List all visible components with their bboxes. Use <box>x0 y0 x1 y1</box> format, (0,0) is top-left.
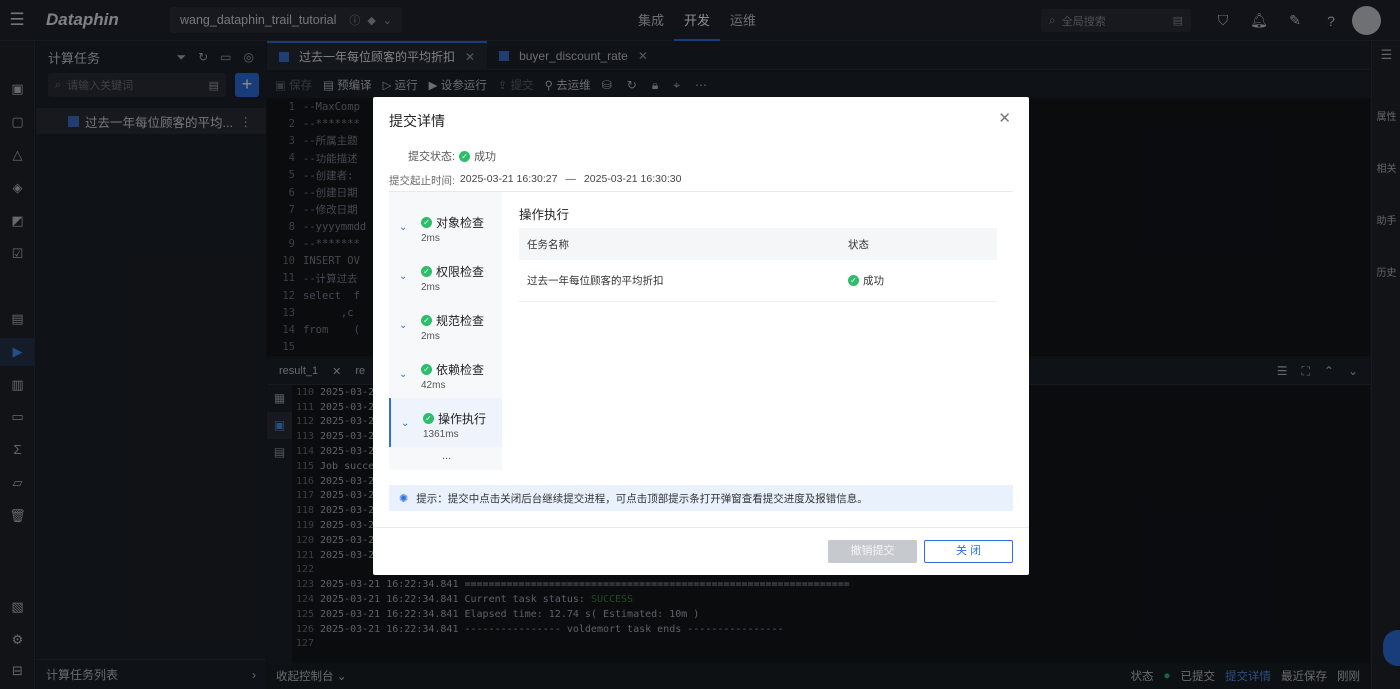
step-duration: 42ms <box>421 380 446 391</box>
status-label: 提交状态: <box>408 151 456 163</box>
time-separator: — <box>565 173 576 185</box>
step-name: 权限检查 <box>436 265 485 279</box>
status-value: 成功 <box>474 151 497 163</box>
check-circle-icon: ✓ <box>423 413 434 424</box>
table-row: 过去一年每位顾客的平均折扣 ✓ 成功 <box>519 260 997 302</box>
chevron-down-icon: ⌄ <box>399 320 408 331</box>
step-name: 依赖检查 <box>436 363 485 377</box>
check-circle-icon: ✓ <box>459 150 471 162</box>
table-header: 任务名称 状态 <box>519 228 997 260</box>
step-object-check[interactable]: ⌄ ✓ 对象检查 2ms <box>389 202 502 251</box>
tip-banner: ✺ 提示：提交中点击关闭后台继续提交进程，可点击顶部提示条打开弹窗查看提交进度及… <box>389 485 1013 511</box>
cell-status: 成功 <box>863 275 884 287</box>
chevron-down-icon: ⌄ <box>399 369 408 380</box>
close-icon[interactable]: ✕ <box>998 109 1011 127</box>
dialog-title: 提交详情 <box>389 113 445 129</box>
time-end: 2025-03-21 16:30:30 <box>583 173 682 185</box>
step-duration: 2ms <box>421 233 440 244</box>
step-name: 操作执行 <box>438 412 487 426</box>
cell-task-name: 过去一年每位顾客的平均折扣 <box>527 275 664 287</box>
submit-status: 提交状态: ✓ 成功 <box>408 148 496 164</box>
submit-time: 提交起止时间: 2025-03-21 16:30:27 — 2025-03-21… <box>389 173 681 188</box>
chevron-down-icon: ⌄ <box>401 418 410 429</box>
submit-detail-dialog: 提交详情 ✕ 提交状态: ✓ 成功 提交起止时间: 2025-03-21 16:… <box>373 97 1029 575</box>
time-start: 2025-03-21 16:30:27 <box>459 173 558 185</box>
tip-text: 提示：提交中点击关闭后台继续提交进程，可点击顶部提示条打开弹窗查看提交进度及报错… <box>416 492 868 505</box>
time-label: 提交起止时间: <box>389 175 455 187</box>
lightbulb-icon: ✺ <box>399 492 409 505</box>
operation-title: 操作执行 <box>519 208 570 222</box>
check-circle-icon: ✓ <box>421 315 432 326</box>
step-execute[interactable]: ⌄ ✓ 操作执行 1361ms <box>389 398 502 447</box>
check-circle-icon: ✓ <box>421 266 432 277</box>
step-dependency-check[interactable]: ⌄ ✓ 依赖检查 42ms <box>389 349 502 398</box>
step-name: 规范检查 <box>436 314 485 328</box>
check-circle-icon: ✓ <box>421 364 432 375</box>
operation-table: 任务名称 状态 过去一年每位顾客的平均折扣 ✓ 成功 <box>519 228 997 302</box>
step-permission-check[interactable]: ⌄ ✓ 权限检查 2ms <box>389 251 502 300</box>
chevron-down-icon: ⌄ <box>399 271 408 282</box>
column-header-task-name: 任务名称 <box>527 238 569 251</box>
step-name: 对象检查 <box>436 216 485 230</box>
column-header-status: 状态 <box>848 238 869 251</box>
close-button[interactable]: 关 闭 <box>924 540 1013 563</box>
divider <box>373 527 1029 528</box>
step-duration: 2ms <box>421 282 440 293</box>
check-circle-icon: ✓ <box>848 275 859 286</box>
step-duration: 2ms <box>421 331 440 342</box>
step-duration: 1361ms <box>423 429 459 440</box>
steps-more: ... <box>442 450 452 462</box>
revoke-submit-button[interactable]: 撤销提交 <box>828 540 917 563</box>
step-standard-check[interactable]: ⌄ ✓ 规范检查 2ms <box>389 300 502 349</box>
chevron-down-icon: ⌄ <box>399 222 408 233</box>
steps-list: ⌄ ✓ 对象检查 2ms ⌄ ✓ 权限检查 2ms ⌄ ✓ 规范检查 2ms ⌄ ✓ 依… <box>389 192 502 470</box>
check-circle-icon: ✓ <box>421 217 432 228</box>
